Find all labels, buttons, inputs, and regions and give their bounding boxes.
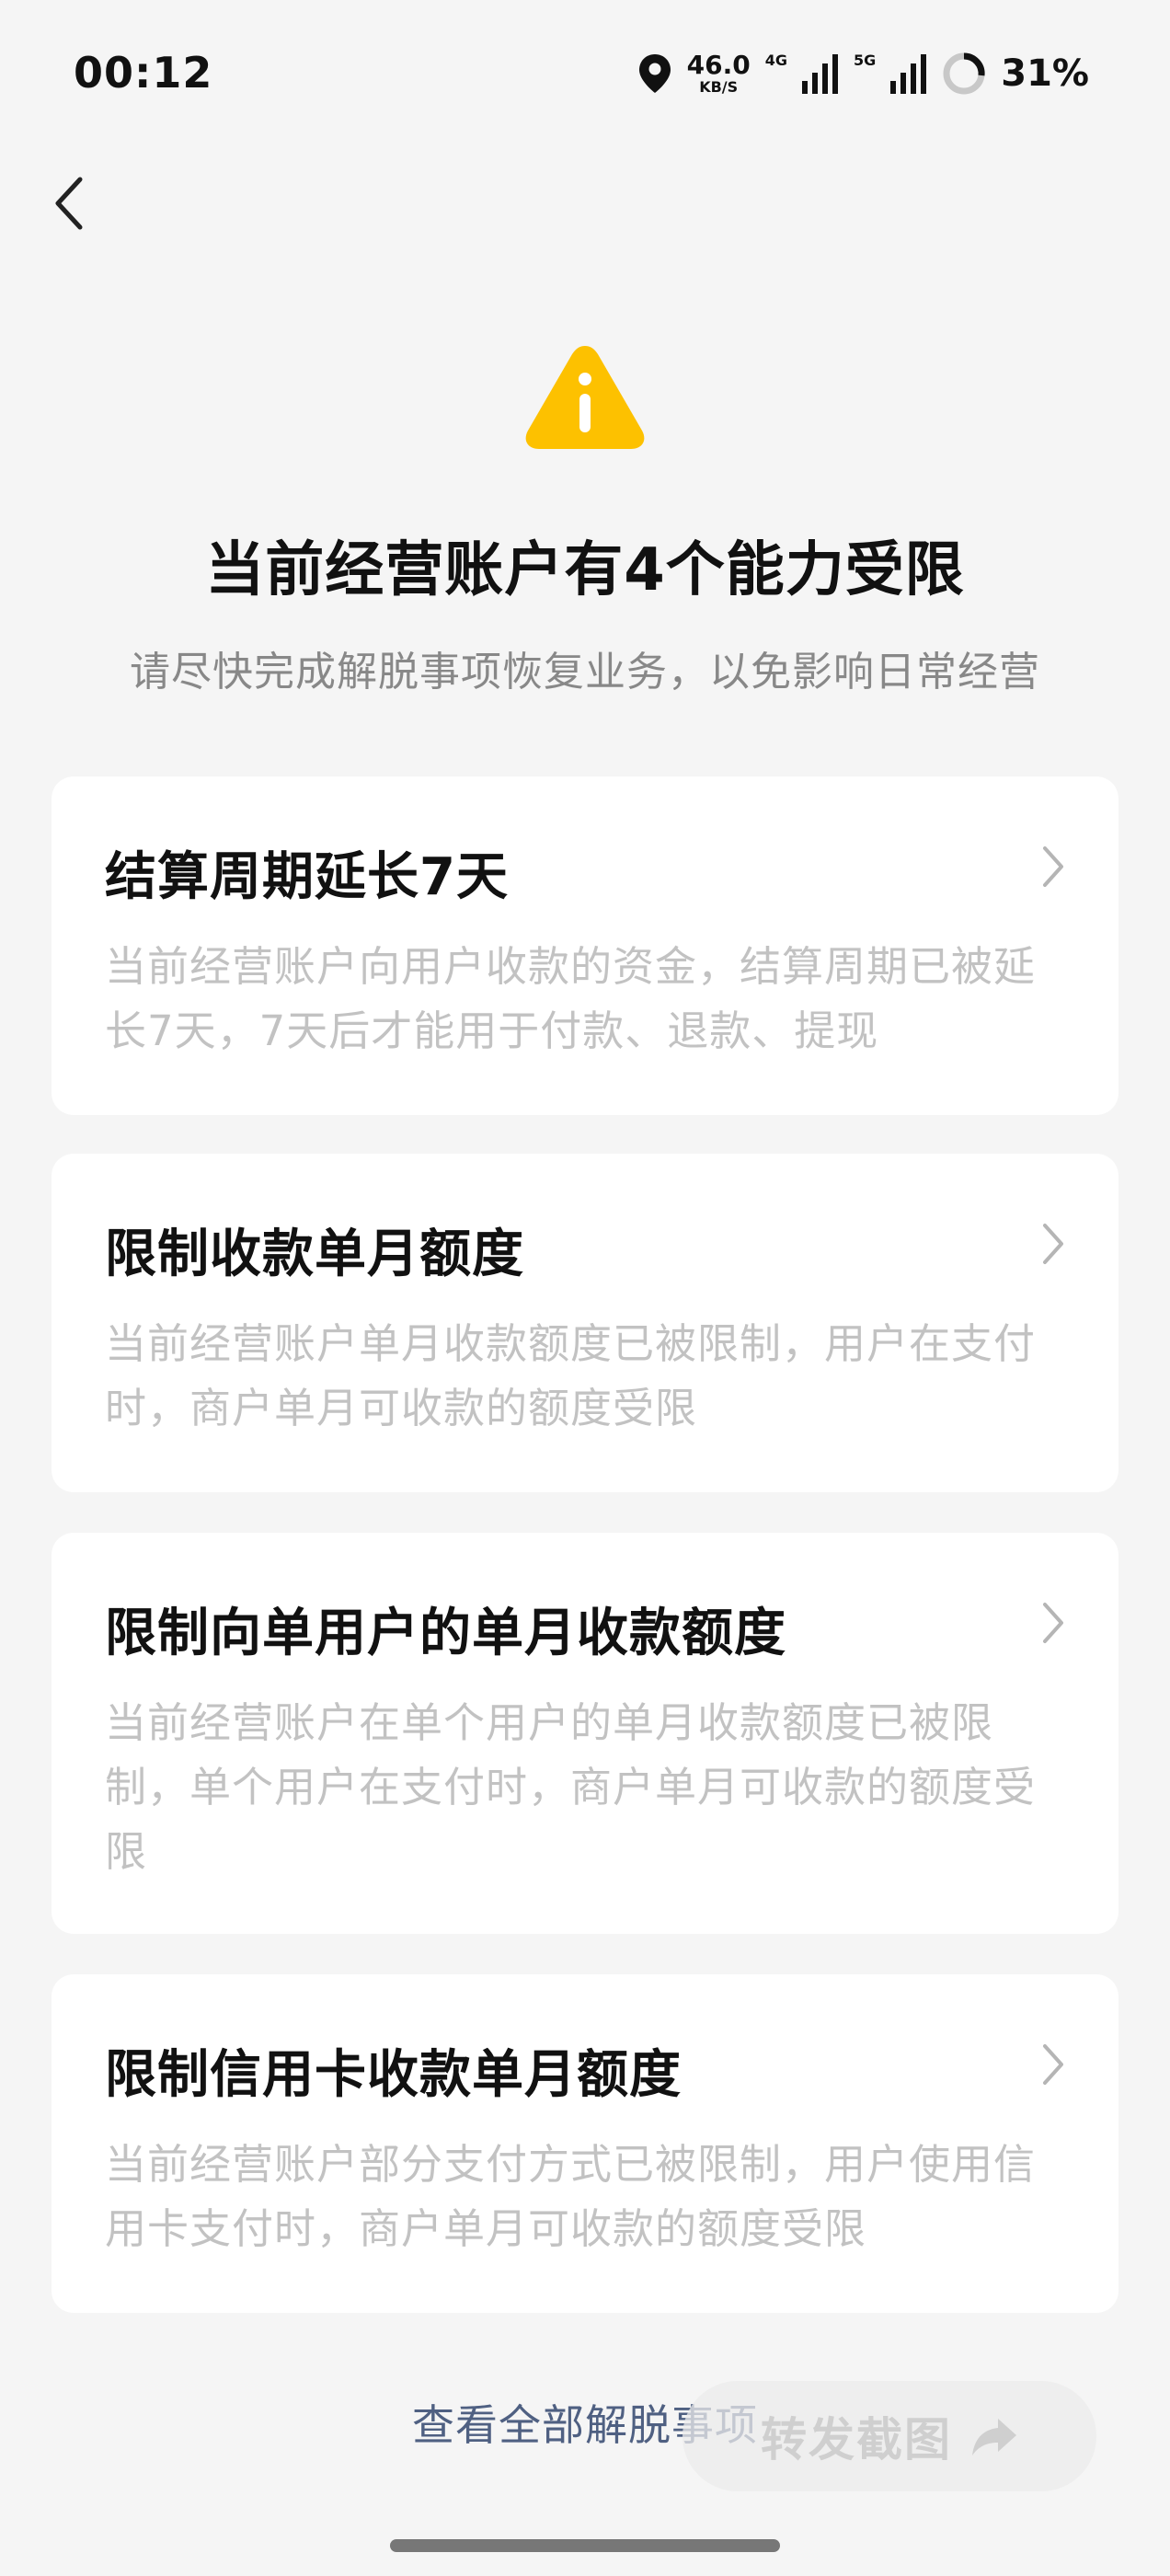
card-description: 当前经营账户在单个用户的单月收款额度已被限制，单个用户在支付时，商户单月可收款的… (105, 1698, 1037, 1876)
chevron-right-icon (1043, 1224, 1063, 1264)
forward-screenshot-label: 转发截图 (761, 2413, 952, 2467)
share-arrow-icon (972, 2419, 1016, 2455)
page-subtitle: 请尽快完成解脱事项恢复业务，以免影响日常经营 (130, 649, 1040, 696)
card-title: 结算周期延长7天 (105, 847, 509, 907)
card-title: 限制信用卡收款单月额度 (105, 2045, 682, 2105)
card-description: 当前经营账户向用户收款的资金，结算周期已被延长7天，7天后才能用于付款、退款、提… (105, 942, 1037, 1055)
home-indicator[interactable] (390, 2539, 780, 2552)
restriction-card-settlement[interactable]: 结算周期延长7天 当前经营账户向用户收款的资金，结算周期已被延长7天，7天后才能… (52, 776, 1118, 1115)
restriction-card-single-user-limit[interactable]: 限制向单用户的单月收款额度 当前经营账户在单个用户的单月收款额度已被限制，单个用… (52, 1533, 1118, 1934)
status-icons: 46.0 KB/S 4G 5G 31% (637, 50, 1089, 98)
battery-ring-icon (943, 52, 985, 95)
chevron-right-icon (1043, 846, 1063, 887)
card-description: 当前经营账户部分支付方式已被限制，用户使用信用卡支付时，商户单月可收款的额度受限 (105, 2140, 1037, 2253)
back-button[interactable] (40, 171, 96, 236)
signal-2-label: 5G (853, 52, 877, 69)
network-speed-value: 46.0 (686, 50, 751, 80)
location-icon (638, 54, 671, 93)
back-arrow-icon (55, 177, 83, 230)
chevron-right-icon (1043, 2044, 1063, 2085)
network-speed-unit: KB/S (699, 78, 739, 96)
chevron-right-icon (1043, 1603, 1063, 1643)
network-speed: 46.0 KB/S (687, 52, 751, 95)
card-description: 当前经营账户单月收款额度已被限制，用户在支付时，商户单月可收款的额度受限 (105, 1319, 1037, 1432)
forward-screenshot-button[interactable]: 转发截图 (682, 2381, 1096, 2491)
restriction-card-monthly-limit[interactable]: 限制收款单月额度 当前经营账户单月收款额度已被限制，用户在支付时，商户单月可收款… (52, 1154, 1118, 1492)
signal-2-icon (890, 54, 927, 94)
signal-1-label: 4G (764, 52, 787, 69)
card-title: 限制向单用户的单月收款额度 (105, 1604, 786, 1663)
signal-1-icon (801, 54, 838, 94)
restriction-page: 00:12 46.0 KB/S 4G 5G 31% 当前经营账户有4个能力受限 … (0, 0, 1170, 2576)
status-bar: 00:12 46.0 KB/S 4G 5G 31% (0, 0, 1170, 147)
warning-icon (525, 346, 645, 449)
status-time: 00:12 (74, 48, 213, 98)
restriction-card-credit-card-limit[interactable]: 限制信用卡收款单月额度 当前经营账户部分支付方式已被限制，用户使用信用卡支付时，… (52, 1974, 1118, 2313)
page-title: 当前经营账户有4个能力受限 (205, 536, 965, 604)
card-title: 限制收款单月额度 (105, 1225, 524, 1284)
battery-percent: 31% (1001, 52, 1089, 95)
